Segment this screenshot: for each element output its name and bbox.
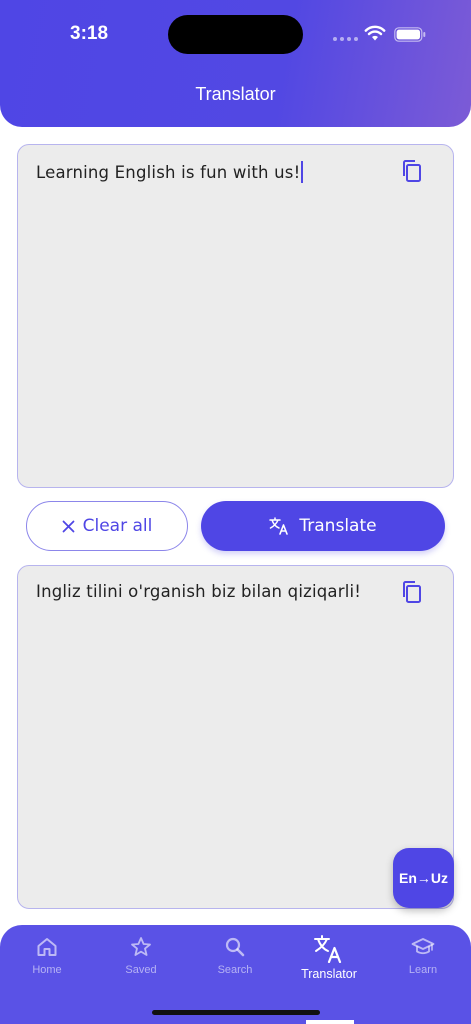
battery-icon — [394, 27, 426, 42]
tab-saved[interactable]: Saved — [94, 935, 188, 976]
page-title: Translator — [195, 84, 276, 104]
tab-learn-label: Learn — [408, 964, 438, 976]
tab-home[interactable]: Home — [0, 935, 94, 976]
translate-button[interactable]: Translate — [201, 501, 445, 551]
signal-dots-icon — [333, 37, 358, 41]
status-time: 3:18 — [70, 23, 109, 44]
tab-learn[interactable]: Learn — [376, 935, 470, 976]
tab-search[interactable]: Search — [188, 935, 282, 976]
app-header: 3:18 Translator — [0, 0, 471, 127]
translate-icon — [314, 935, 342, 963]
star-icon — [131, 937, 151, 956]
dynamic-island — [168, 15, 303, 54]
tab-translator-label: Translator — [301, 967, 357, 981]
result-text-area[interactable]: Ingliz tilini o'rganish biz bilan qiziqa… — [17, 565, 454, 909]
text-cursor — [301, 161, 303, 183]
wifi-icon — [364, 25, 386, 41]
graduation-cap-icon — [411, 938, 435, 955]
tab-home-label: Home — [32, 964, 62, 976]
tab-translator[interactable]: Translator — [282, 935, 376, 981]
result-text: Ingliz tilini o'rganish biz bilan qiziqa… — [36, 582, 362, 601]
clear-all-button[interactable]: Clear all — [26, 501, 188, 551]
language-direction-button[interactable]: En→Uz — [393, 848, 454, 908]
home-icon — [37, 938, 57, 956]
source-text: Learning English is fun with us! — [36, 163, 301, 182]
copy-icon[interactable] — [401, 580, 423, 604]
tab-search-label: Search — [217, 964, 253, 976]
close-icon — [62, 520, 75, 532]
home-indicator — [152, 1010, 320, 1015]
search-icon — [225, 937, 245, 957]
translate-icon — [269, 517, 289, 535]
tab-saved-label: Saved — [125, 964, 157, 976]
home-indicator-edge — [306, 1020, 354, 1024]
clear-all-label: Clear all — [82, 516, 153, 536]
copy-icon[interactable] — [401, 159, 423, 183]
source-text-area[interactable]: Learning English is fun with us! — [17, 144, 454, 488]
translate-label: Translate — [299, 516, 377, 536]
